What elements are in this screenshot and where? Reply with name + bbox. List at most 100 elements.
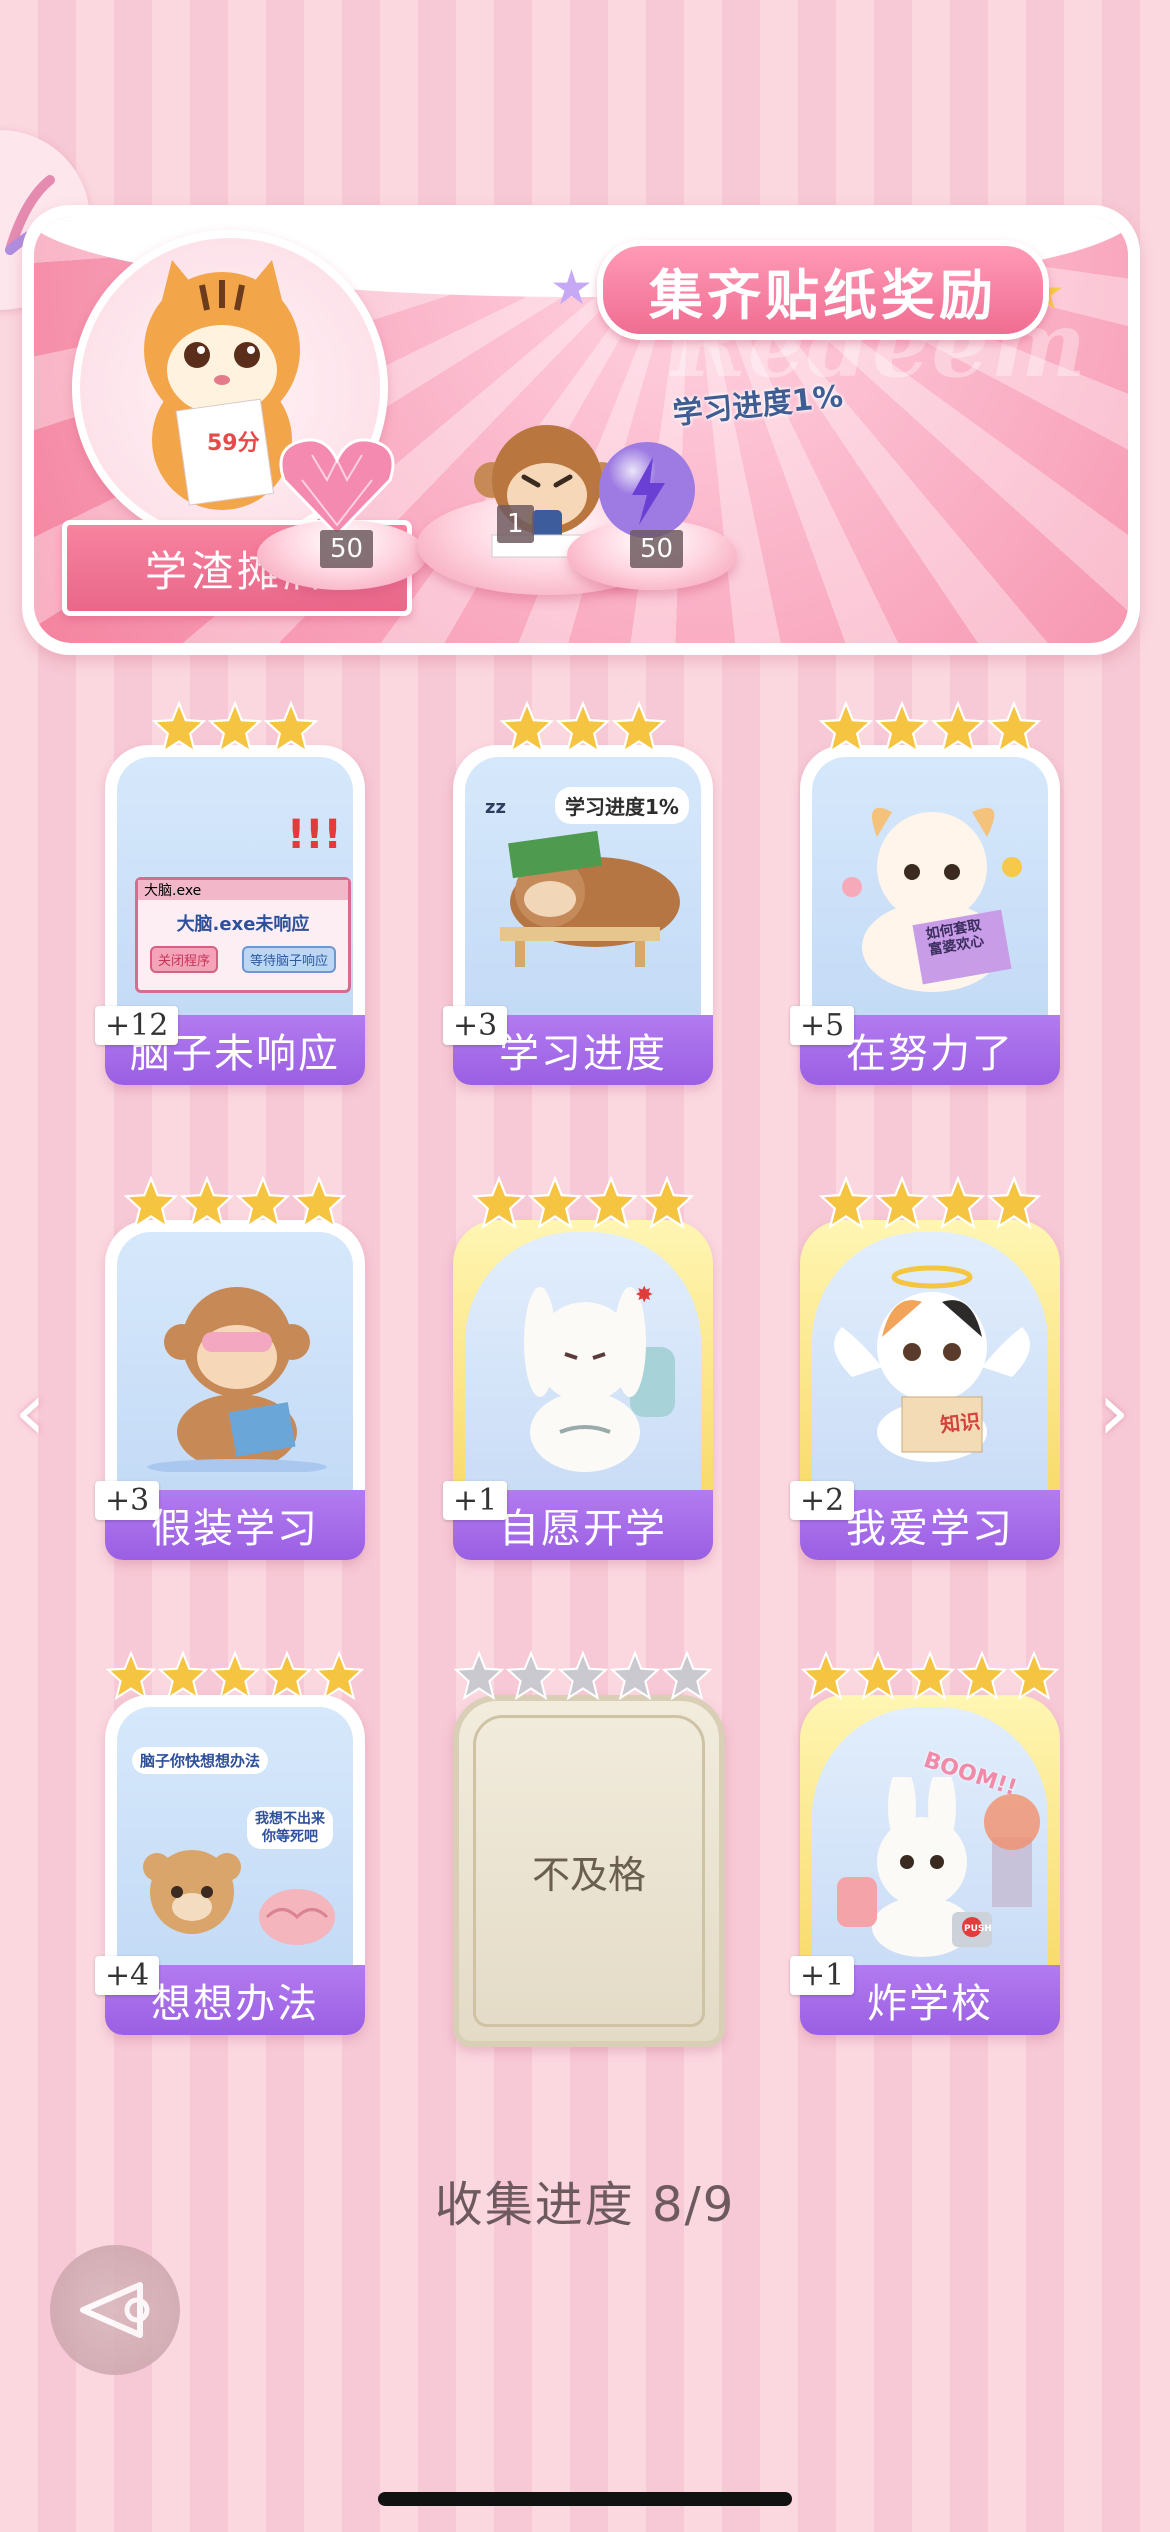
gold-star-icon xyxy=(179,1175,235,1229)
pink-heart-gem-icon[interactable] xyxy=(272,425,402,545)
purple-lightning-orb-icon[interactable] xyxy=(587,435,707,545)
speech-bubble-text: 脑子你快想想办法 xyxy=(132,1747,269,1774)
card-bonus-badge: +12 xyxy=(95,1006,179,1045)
silver-star-icon xyxy=(609,1650,661,1701)
gold-star-icon xyxy=(263,700,319,754)
silver-star-icon xyxy=(453,1650,505,1701)
gold-star-icon xyxy=(123,1175,179,1229)
star-rating xyxy=(95,1175,375,1231)
close-program-button: 关闭程序 xyxy=(149,946,218,973)
gold-star-icon xyxy=(611,700,667,754)
gold-star-icon xyxy=(209,1650,261,1701)
gold-star-icon xyxy=(151,700,207,754)
sleep-zz: zz xyxy=(485,797,506,818)
sticker-card[interactable]: 学习进度1% zz 学习进度 +3 xyxy=(443,700,723,1100)
gold-star-icon xyxy=(874,1175,930,1229)
bear-and-brain-illustration xyxy=(143,1850,335,1945)
card-bonus-badge: +3 xyxy=(443,1006,508,1045)
banner-title: 集齐贴纸奖励 xyxy=(597,240,1049,340)
star-rating xyxy=(790,1650,1070,1702)
gold-star-icon xyxy=(261,1650,313,1701)
gold-star-icon xyxy=(157,1650,209,1701)
star-rating xyxy=(443,1175,723,1231)
sticker-card[interactable]: 大脑.exe 大脑.exe未响应 关闭程序 等待脑子响应 !!! 脑子未响应 +… xyxy=(95,700,375,1100)
gold-star-icon xyxy=(818,1175,874,1229)
gold-star-icon xyxy=(956,1650,1008,1701)
gold-star-icon xyxy=(499,700,555,754)
gold-star-icon xyxy=(291,1175,347,1229)
back-button[interactable] xyxy=(50,2245,180,2375)
window-title: 大脑.exe xyxy=(138,880,348,900)
locked-sticker-card[interactable]: 不及格 xyxy=(443,1650,725,2050)
reward-count: 1 xyxy=(497,505,534,543)
next-page-button[interactable]: › xyxy=(1098,1365,1130,1458)
gold-star-icon xyxy=(852,1650,904,1701)
home-indicator xyxy=(378,2492,792,2506)
chevron-left-icon: ‹ xyxy=(14,1365,46,1458)
speech-bubble-line1: 我想不出来 xyxy=(255,1811,325,1827)
sticker-card[interactable]: 脑子你快想想办法 我想不出来 你等死吧 想想办法 +4 xyxy=(95,1650,375,2050)
gold-star-icon xyxy=(818,700,874,754)
reward-count: 50 xyxy=(630,530,684,568)
gold-star-icon xyxy=(527,1175,583,1229)
gold-star-icon xyxy=(800,1650,852,1701)
star-decoration-icon: ★ xyxy=(550,260,594,316)
silver-star-icon xyxy=(661,1650,713,1701)
sticker-reward-banner: Redeem ★ ★ 集齐贴纸奖励 59分 学渣摊牌 50 学习进度1% xyxy=(22,205,1140,655)
angel-cat-illustration xyxy=(834,1265,1030,1462)
star-rating xyxy=(95,700,375,756)
card-bonus-badge: +2 xyxy=(790,1481,855,1520)
gold-star-icon xyxy=(930,700,986,754)
book-title: 知识 xyxy=(939,1408,982,1438)
gold-star-icon xyxy=(874,700,930,754)
sticker-card[interactable]: 如何套取 富婆欢心 在努力了 +5 xyxy=(790,700,1070,1100)
gold-star-icon xyxy=(583,1175,639,1229)
gold-star-icon xyxy=(235,1175,291,1229)
silver-star-icon xyxy=(505,1650,557,1701)
bunny-bomb-illustration xyxy=(837,1777,1040,1957)
sleeping-sloth-illustration xyxy=(500,830,680,967)
tiger-score-text: 59分 xyxy=(207,431,260,456)
gold-star-icon xyxy=(930,1175,986,1229)
gold-star-icon xyxy=(471,1175,527,1229)
star-rating xyxy=(790,1175,1070,1231)
sticker-card[interactable]: 知识 我爱学习 +2 xyxy=(790,1175,1070,1575)
card-artwork xyxy=(117,1232,353,1500)
chevron-right-icon: › xyxy=(1098,1365,1130,1458)
star-rating xyxy=(790,700,1070,756)
gold-star-icon xyxy=(1008,1650,1060,1701)
star-rating xyxy=(443,700,723,756)
prev-page-button[interactable]: ‹ xyxy=(14,1365,46,1458)
gold-star-icon xyxy=(555,700,611,754)
back-arrow-icon xyxy=(80,2282,150,2338)
svg-text:✸: ✸ xyxy=(635,1283,653,1308)
window-message: 大脑.exe未响应 xyxy=(176,914,310,935)
gold-star-icon xyxy=(207,700,263,754)
sticker-card[interactable]: 假装学习 +3 xyxy=(95,1175,375,1575)
card-artwork: BOOM!! PUSH xyxy=(812,1707,1048,1975)
star-rating xyxy=(443,1650,723,1702)
gold-star-icon xyxy=(313,1650,365,1701)
card-bonus-badge: +3 xyxy=(95,1481,160,1520)
sticker-card[interactable]: BOOM!! PUSH 炸学校 +1 xyxy=(790,1650,1070,2050)
card-artwork: 如何套取 富婆欢心 xyxy=(812,757,1048,1025)
gold-star-icon xyxy=(986,700,1042,754)
gold-star-icon xyxy=(639,1175,695,1229)
reward-count: 50 xyxy=(320,530,374,568)
card-bonus-badge: +1 xyxy=(443,1481,508,1520)
card-bonus-badge: +4 xyxy=(95,1956,160,1995)
card-artwork: 大脑.exe 大脑.exe未响应 关闭程序 等待脑子响应 !!! xyxy=(117,757,353,1025)
card-artwork: ✸ xyxy=(465,1232,701,1500)
gold-star-icon xyxy=(986,1175,1042,1229)
silver-star-icon xyxy=(557,1650,609,1701)
wait-response-button: 等待脑子响应 xyxy=(241,946,336,973)
sticker-card[interactable]: ✸ 自愿开学 +1 xyxy=(443,1175,723,1575)
monkey-reading-illustration xyxy=(147,1287,327,1472)
card-bonus-badge: +1 xyxy=(790,1956,855,1995)
collection-progress: 收集进度 8/9 xyxy=(434,2177,736,2233)
card-artwork: 知识 xyxy=(812,1232,1048,1500)
locked-card-label: 不及格 xyxy=(473,1715,705,2027)
sad-bunny-illustration: ✸ xyxy=(524,1283,675,1472)
card-artwork: 学习进度1% zz xyxy=(465,757,701,1025)
puppy-reading-illustration xyxy=(842,807,1022,992)
